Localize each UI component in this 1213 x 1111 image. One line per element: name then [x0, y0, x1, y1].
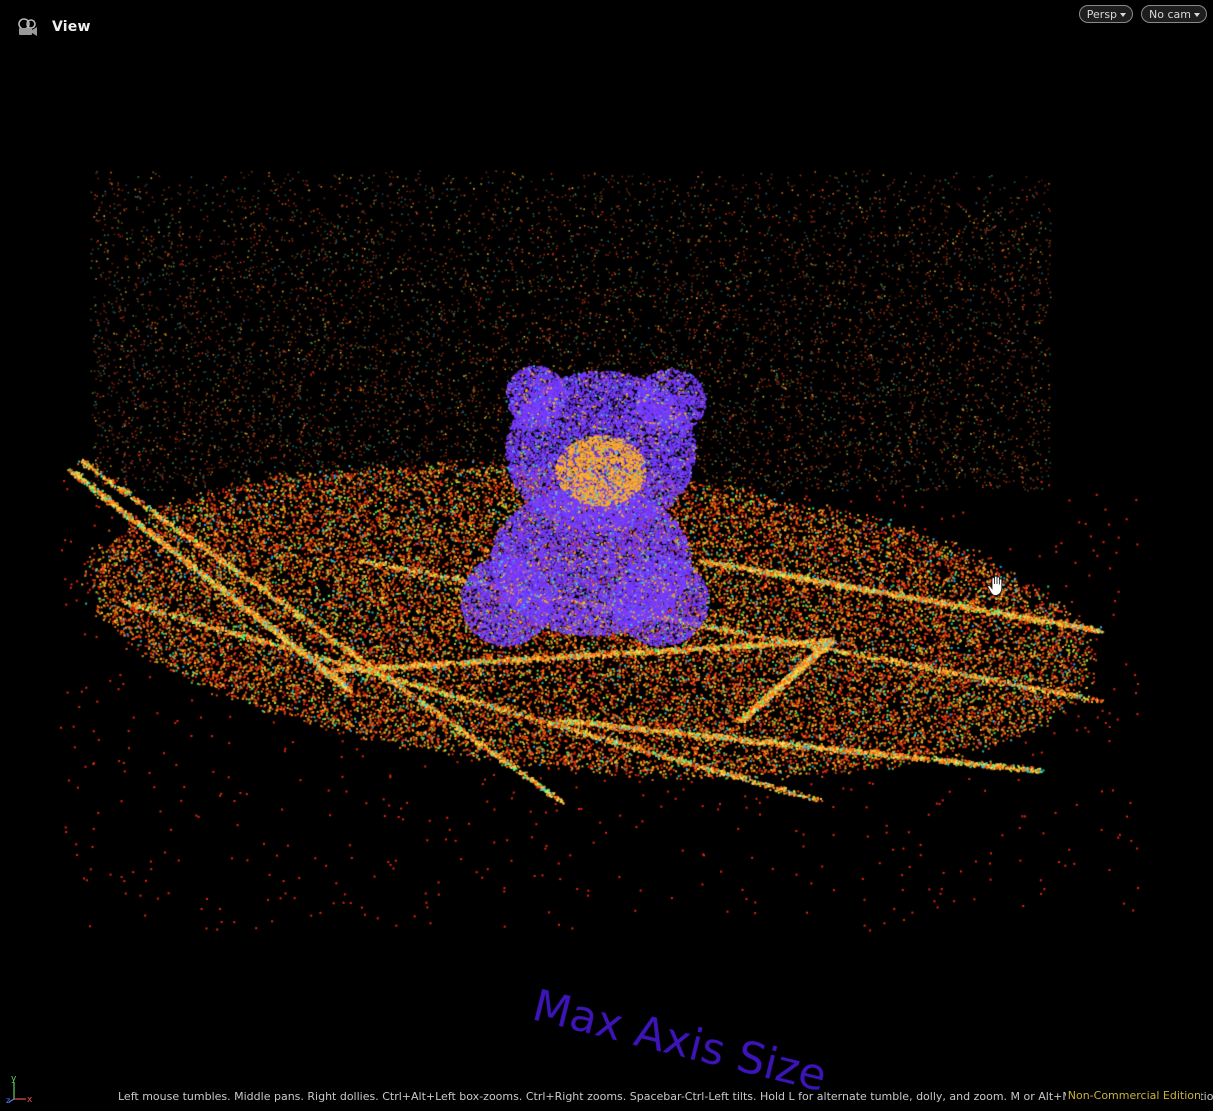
- chevron-down-icon: [1194, 12, 1200, 17]
- camera-reel-icon[interactable]: [14, 14, 40, 40]
- hand-pan-icon: [987, 575, 1003, 596]
- 3d-viewport[interactable]: View Persp No cam Max Axis Size y x z Le…: [0, 0, 1213, 1111]
- axis-label-x: x: [27, 1095, 33, 1103]
- axis-label-y: y: [11, 1074, 17, 1084]
- camera-label: No cam: [1149, 7, 1191, 21]
- axis-indicator-icon: y x z: [6, 1074, 33, 1103]
- chevron-down-icon: [1120, 12, 1127, 17]
- viewport-controls: Persp No cam: [1078, 5, 1207, 23]
- projection-menu-button[interactable]: Persp: [1078, 5, 1134, 23]
- view-header: View: [14, 14, 91, 40]
- status-bar-hint: Left mouse tumbles. Middle pans. Right d…: [118, 1090, 1213, 1103]
- point-cloud-render[interactable]: [0, 0, 1213, 1111]
- camera-menu-button[interactable]: No cam: [1141, 5, 1207, 23]
- projection-label: Persp: [1086, 7, 1118, 21]
- edition-label: Non-Commercial Edition: [1065, 1089, 1201, 1102]
- view-title: View: [52, 19, 91, 35]
- axis-label-z: z: [6, 1096, 10, 1103]
